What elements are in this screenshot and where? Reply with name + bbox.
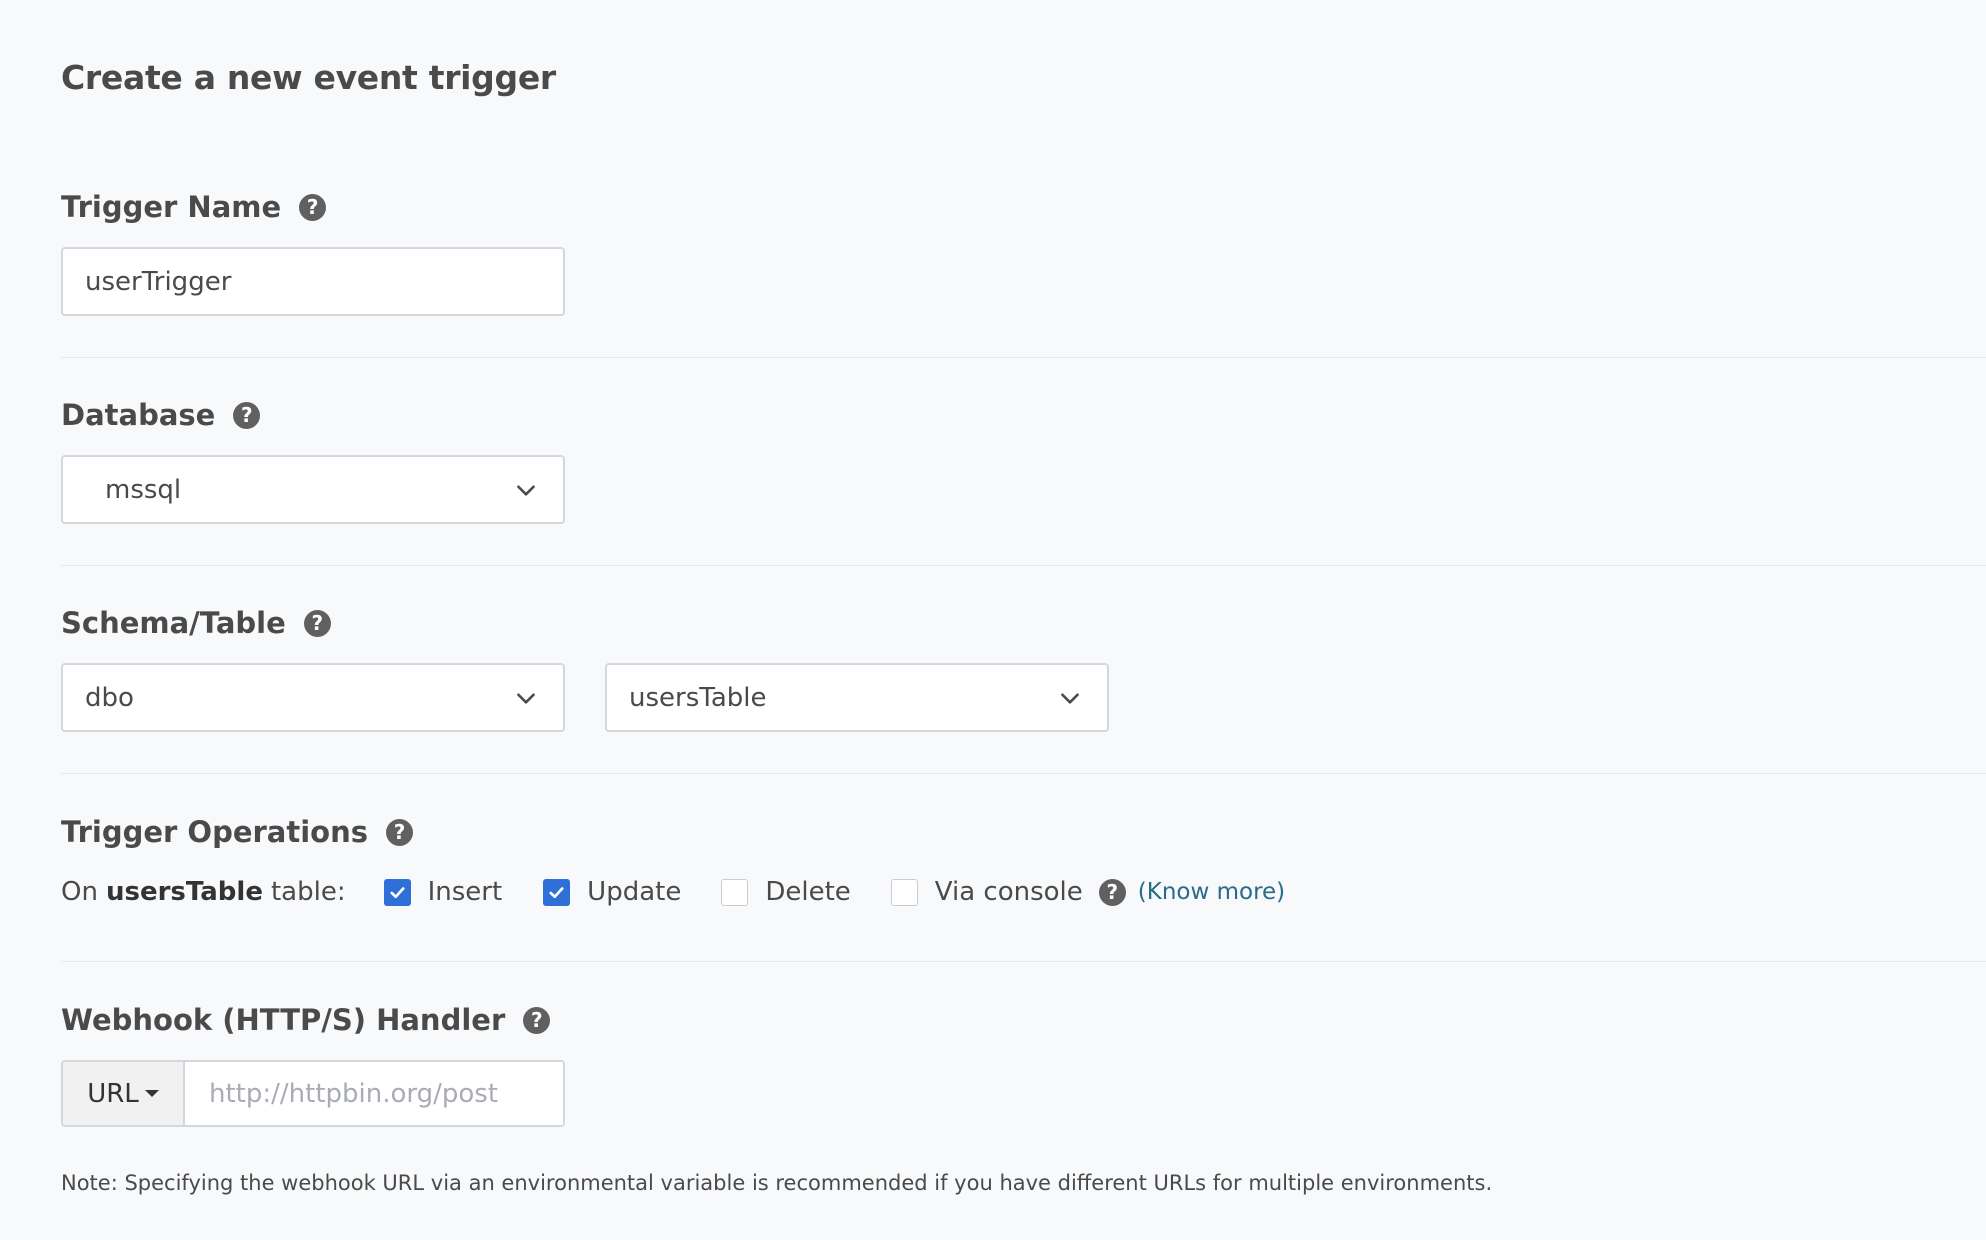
chevron-down-icon	[517, 484, 535, 496]
operation-insert[interactable]: Insert	[383, 877, 503, 907]
trigger-operations-label: Trigger Operations ?	[61, 815, 414, 849]
caret-down-icon	[144, 1090, 159, 1097]
via-console-checkbox[interactable]	[890, 878, 918, 906]
know-more-link[interactable]: (Know more)	[1138, 879, 1285, 905]
on-prefix: On	[61, 877, 98, 907]
operations-table-name: usersTable	[105, 877, 263, 907]
divider	[61, 961, 1986, 962]
database-label-text: Database	[61, 398, 216, 432]
insert-label: Insert	[427, 877, 503, 907]
chevron-down-icon	[517, 692, 535, 704]
divider	[61, 773, 1986, 774]
page-title: Create a new event trigger	[61, 58, 556, 97]
operations-table-caption: On usersTable table:	[61, 877, 346, 907]
trigger-operations-row: On usersTable table: Insert Update Delet…	[61, 872, 1285, 912]
chevron-down-icon	[1061, 692, 1079, 704]
via-console-label: Via console	[934, 877, 1083, 907]
database-label: Database ?	[61, 398, 261, 432]
create-event-trigger-page: Create a new event trigger Trigger Name …	[0, 0, 1986, 1240]
trigger-name-input[interactable]: userTrigger	[61, 247, 565, 316]
help-icon[interactable]: ?	[1098, 878, 1126, 906]
help-icon[interactable]: ?	[523, 1006, 551, 1034]
divider	[61, 357, 1986, 358]
url-type-value: URL	[87, 1078, 139, 1109]
help-icon[interactable]: ?	[299, 193, 327, 221]
schema-select[interactable]: dbo	[61, 663, 565, 732]
on-suffix: table:	[270, 877, 346, 907]
help-icon[interactable]: ?	[233, 401, 261, 429]
url-type-dropdown[interactable]: URL	[63, 1062, 185, 1125]
trigger-operations-label-text: Trigger Operations	[61, 815, 369, 849]
database-select-value: mssql	[105, 474, 182, 505]
insert-checkbox[interactable]	[383, 878, 411, 906]
webhook-url-group: URL	[61, 1060, 565, 1127]
webhook-label: Webhook (HTTP/S) Handler ?	[61, 1003, 551, 1037]
delete-label: Delete	[765, 877, 851, 907]
help-icon[interactable]: ?	[303, 609, 331, 637]
checkmark-icon	[390, 886, 405, 898]
schema-table-label-text: Schema/Table	[61, 606, 286, 640]
operation-delete[interactable]: Delete	[721, 877, 851, 907]
operation-via-console[interactable]: Via console	[890, 877, 1083, 907]
trigger-name-label: Trigger Name ?	[61, 190, 327, 224]
webhook-label-text: Webhook (HTTP/S) Handler	[61, 1003, 506, 1037]
table-select[interactable]: usersTable	[605, 663, 1109, 732]
update-label: Update	[587, 877, 682, 907]
webhook-note: Note: Specifying the webhook URL via an …	[61, 1171, 1493, 1195]
table-select-value: usersTable	[629, 682, 767, 713]
operation-update[interactable]: Update	[543, 877, 681, 907]
schema-select-value: dbo	[85, 682, 134, 713]
webhook-url-input[interactable]	[185, 1062, 563, 1125]
update-checkbox[interactable]	[543, 878, 571, 906]
schema-table-label: Schema/Table ?	[61, 606, 331, 640]
database-select[interactable]: mssql	[61, 455, 565, 524]
trigger-name-label-text: Trigger Name	[61, 190, 282, 224]
delete-checkbox[interactable]	[721, 878, 749, 906]
help-icon[interactable]: ?	[386, 818, 414, 846]
divider	[61, 565, 1986, 566]
checkmark-icon	[549, 886, 564, 898]
